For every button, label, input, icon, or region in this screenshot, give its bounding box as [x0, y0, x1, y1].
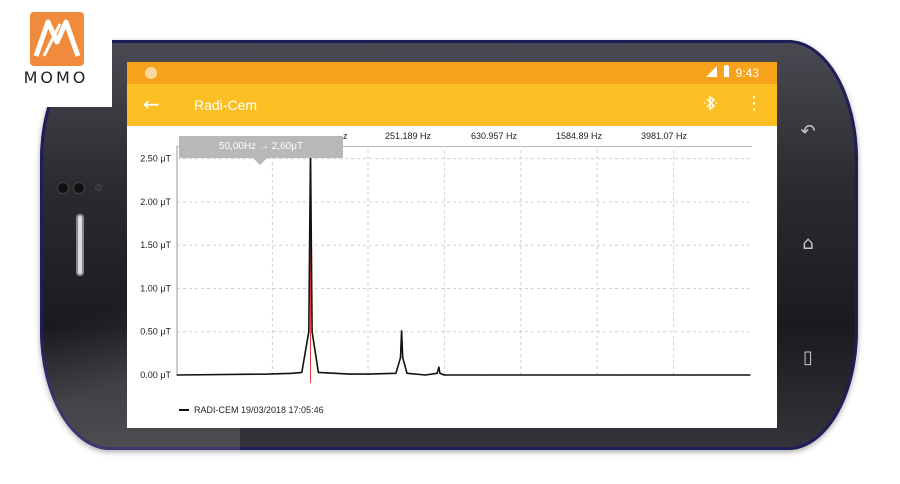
data-point	[348, 373, 351, 375]
data-point	[399, 357, 402, 359]
chart-legend: RADI-CEM 19/03/2018 17:05:46	[179, 405, 324, 415]
data-point	[424, 374, 427, 376]
data-point	[401, 330, 403, 332]
back-nav-icon[interactable]: ▯	[796, 346, 820, 370]
data-point	[406, 372, 408, 374]
data-point	[301, 371, 303, 374]
data-point	[482, 374, 484, 376]
data-point	[615, 374, 618, 376]
y-tick-label: 0.00 μT	[140, 370, 171, 380]
home-icon[interactable]: ⌂	[796, 232, 820, 256]
sensor-dot	[58, 183, 68, 193]
y-tick-label: 1.50 μT	[140, 240, 171, 250]
logo-text: MOMO	[23, 68, 89, 87]
earpiece-slot	[76, 214, 84, 276]
data-point	[402, 357, 404, 359]
data-point	[291, 372, 293, 374]
data-point	[176, 374, 178, 376]
data-point	[443, 374, 445, 376]
data-point	[317, 371, 320, 374]
y-tick-label: 2.50 μT	[140, 154, 171, 164]
recent-apps-icon[interactable]: ↶	[796, 120, 820, 144]
data-point	[558, 374, 560, 376]
series-line	[176, 149, 750, 376]
data-point	[438, 366, 440, 368]
led-dot	[96, 185, 101, 190]
logo: MOMO	[0, 0, 112, 107]
data-point	[749, 374, 751, 376]
momo-logo-icon	[30, 12, 84, 66]
value-tooltip: 50,00Hz → 2,60μT	[179, 136, 343, 158]
y-tick-label: 1.00 μT	[140, 283, 171, 293]
y-tick-label: 2.00 μT	[140, 197, 171, 207]
y-tick-label: 0.50 μT	[140, 327, 171, 337]
phone-screen: 9:43 ← Radi-Cem ⋮ z 251.189 Hz 630.957 H…	[127, 62, 777, 428]
spectrum-chart: 2.50 μT 2.00 μT 1.50 μT 1.00 μT 0.50 μT 0.00 …	[140, 146, 751, 383]
legend-label: RADI-CEM 19/03/2018 17:05:46	[194, 405, 324, 415]
data-point	[395, 372, 397, 374]
legend-swatch	[179, 409, 189, 411]
data-point	[367, 373, 369, 375]
data-point	[439, 372, 441, 374]
data-point	[267, 373, 269, 375]
data-point	[436, 372, 438, 374]
data-point	[308, 331, 310, 333]
data-point	[691, 374, 694, 376]
tooltip-pointer	[253, 158, 267, 165]
camera-dot	[74, 183, 84, 193]
data-point	[311, 331, 313, 333]
